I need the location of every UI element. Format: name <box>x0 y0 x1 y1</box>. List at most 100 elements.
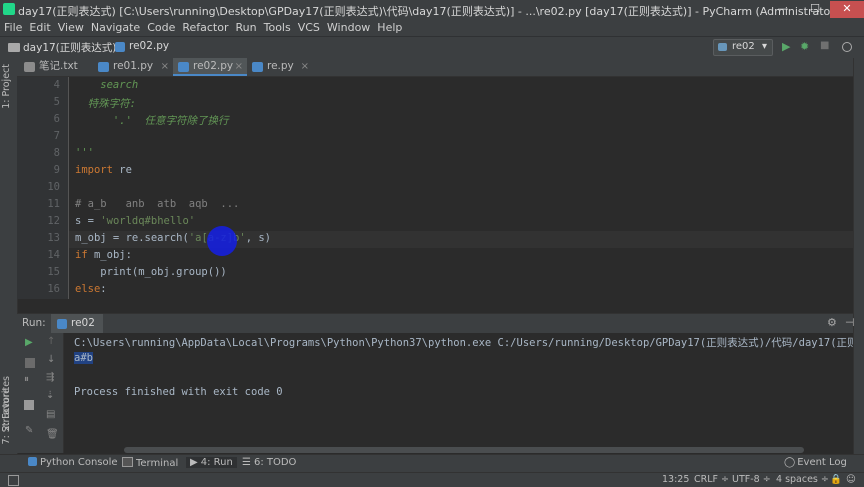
minimize-button[interactable]: — <box>770 1 796 18</box>
soft-wrap-icon[interactable]: ⇶ <box>46 372 54 383</box>
scrollbar-thumb[interactable] <box>124 447 804 453</box>
run-toolbar: ▶ ↑ ↓ ⏸ ⇶ ⇣ ▤ ✎ 🗑 <box>17 333 64 453</box>
run-tab-re02[interactable]: re02 <box>51 314 103 334</box>
close-button[interactable]: ✕ <box>830 1 864 18</box>
menu-edit[interactable]: Edit <box>25 19 53 35</box>
status-bar: 13:25 CRLF ÷ UTF-8 ÷ 4 spaces ÷ 🔒 ☺ <box>0 472 864 487</box>
code-line: else: <box>75 283 107 295</box>
tab-label: 笔记.txt <box>39 60 78 72</box>
print-icon[interactable]: ▤ <box>46 409 55 420</box>
run-configuration-select[interactable]: re02 ▾ <box>713 39 773 56</box>
tab-notes-txt[interactable]: 笔记.txt <box>19 58 93 76</box>
delete-icon[interactable]: 🗑 <box>46 429 59 440</box>
tab-label: re.py <box>267 60 294 72</box>
search-icon[interactable] <box>842 42 852 52</box>
python-file-icon <box>98 62 109 72</box>
console-output-line: a#b <box>74 352 93 364</box>
text-file-icon <box>24 62 35 72</box>
tab-close-icon[interactable]: × <box>235 58 243 75</box>
scroll-to-end-icon[interactable]: ⇣ <box>46 390 54 401</box>
panel-toggle-icon[interactable] <box>8 475 19 486</box>
line-number: 13 <box>47 232 60 244</box>
menu-refactor[interactable]: Refactor <box>178 19 231 35</box>
code-line: ''' <box>75 147 94 159</box>
run-config-label: re02 <box>732 41 755 52</box>
python-file-icon <box>178 62 189 72</box>
line-number: 10 <box>47 181 60 193</box>
editor-tabs: 笔记.txt re01.py × re02.py × re.py × <box>17 58 853 77</box>
line-separator[interactable]: CRLF ÷ <box>694 474 729 485</box>
run-tool-button[interactable]: ▶ 4: Run <box>186 457 237 468</box>
line-number: 4 <box>53 79 60 91</box>
settings-icon[interactable]: ⚙ <box>827 316 837 329</box>
run-tool-label: 4: Run <box>200 457 233 468</box>
breadcrumb-project[interactable]: day17(正则表达式) <box>23 40 116 55</box>
folder-icon <box>8 43 20 52</box>
title-bar: day17(正则表达式) [C:\Users\running\Desktop\G… <box>0 0 864 19</box>
menu-bar: File Edit View Navigate Code Refactor Run Tools… <box>0 19 864 36</box>
run-icon: ▶ <box>190 457 198 468</box>
maximize-button[interactable]: ☐ <box>802 1 828 18</box>
down-arrow-icon[interactable]: ↓ <box>47 354 55 365</box>
tab-re01-py[interactable]: re01.py × <box>93 58 173 76</box>
menu-view[interactable]: View <box>54 19 87 35</box>
tab-close-icon[interactable]: × <box>301 58 309 75</box>
stop-icon[interactable] <box>25 358 35 368</box>
python-file-icon <box>115 42 125 52</box>
lock-icon[interactable]: 🔒 <box>830 474 842 485</box>
todo-label: 6: TODO <box>253 457 297 468</box>
code-line: import re <box>75 164 132 176</box>
rerun-icon[interactable]: ▶ <box>25 337 33 348</box>
caret-position[interactable]: 13:25 <box>662 474 689 485</box>
tab-re02-py[interactable]: re02.py × <box>173 58 247 76</box>
window-title: day17(正则表达式) [C:\Users\running\Desktop\G… <box>18 5 840 18</box>
selected-output: a#b <box>74 352 93 364</box>
up-arrow-icon[interactable]: ↑ <box>47 336 55 347</box>
indent-setting[interactable]: 4 spaces ÷ <box>776 474 829 485</box>
run-icon[interactable]: ▶ <box>782 40 790 53</box>
pin-icon[interactable]: ✎ <box>25 425 33 436</box>
layout-icon[interactable] <box>24 400 34 410</box>
menu-run[interactable]: Run <box>232 19 260 35</box>
tab-re-py[interactable]: re.py × <box>247 58 313 76</box>
terminal-label: Terminal <box>136 458 179 469</box>
inspector-icon[interactable]: ☺ <box>846 474 856 485</box>
stop-icon[interactable]: ■ <box>820 40 829 51</box>
python-file-icon <box>57 319 67 329</box>
breadcrumb-file[interactable]: re02.py <box>129 40 169 52</box>
python-file-icon <box>252 62 263 72</box>
menu-code[interactable]: Code <box>143 19 178 35</box>
menu-help[interactable]: Help <box>373 19 405 35</box>
tab-label: re01.py <box>113 60 154 72</box>
line-number: 15 <box>47 266 60 278</box>
file-encoding[interactable]: UTF-8 ÷ <box>732 474 771 485</box>
tab-close-icon[interactable]: × <box>161 58 169 75</box>
event-log-button[interactable]: ◯ Event Log <box>784 457 847 468</box>
menu-navigate[interactable]: Navigate <box>87 19 143 35</box>
terminal-button[interactable]: Terminal <box>122 457 178 469</box>
code-line: search <box>75 79 139 91</box>
code-line: '.' 任意字符除了换行 <box>75 115 229 127</box>
run-console[interactable]: C:\Users\running\AppData\Local\Programs\… <box>64 333 853 446</box>
menu-window[interactable]: Window <box>323 19 373 35</box>
console-horizontal-scrollbar[interactable] <box>64 446 853 454</box>
bottom-tool-bar: Python Console Terminal ▶ 4: Run ☰ 6: TODO… <box>0 454 864 473</box>
debug-icon[interactable]: ✹ <box>800 40 809 53</box>
python-config-icon <box>718 43 727 51</box>
todo-button[interactable]: ☰ 6: TODO <box>242 457 296 468</box>
run-tab-label: re02 <box>71 317 95 329</box>
hide-panel-icon[interactable]: ⊣ <box>845 316 855 329</box>
cursor-highlight <box>207 226 237 256</box>
pause-icon[interactable]: ⏸ <box>24 374 29 385</box>
menu-file[interactable]: File <box>0 19 25 35</box>
python-console-button[interactable]: Python Console <box>28 457 118 468</box>
structure-tool-button[interactable]: 7: Structure <box>1 388 12 444</box>
menu-tools[interactable]: Tools <box>260 19 294 35</box>
line-number: 7 <box>53 130 60 142</box>
menu-vcs[interactable]: VCS <box>294 19 323 35</box>
tab-label: re02.py <box>193 60 234 72</box>
line-number: 9 <box>53 164 60 176</box>
code-editor[interactable]: search 特殊字符: '.' 任意字符除了换行 ''' import re # a… <box>69 77 853 299</box>
line-number: 6 <box>53 113 60 125</box>
project-tool-button[interactable]: 1: Project <box>1 64 12 109</box>
